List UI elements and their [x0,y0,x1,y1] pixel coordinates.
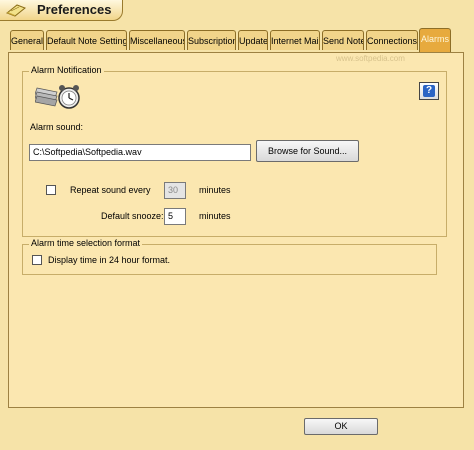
tab-general[interactable]: General [10,30,44,50]
alarm-notification-title: Alarm Notification [29,65,104,75]
help-icon: ? [423,85,435,97]
alarm-sound-label: Alarm sound: [30,122,84,132]
browse-sound-button[interactable]: Browse for Sound... [256,140,359,162]
display-24-hour-label: Display time in 24 hour format. [48,255,171,265]
tab-default-note-settings[interactable]: Default Note Settings [46,30,127,50]
help-button[interactable]: ? [419,82,439,100]
snooze-units-label: minutes [199,211,231,221]
tab-subscription[interactable]: Subscription [187,30,236,50]
tab-update[interactable]: Update [238,30,268,50]
tab-strip: General Default Note Settings Miscellane… [0,28,474,52]
display-24-hour-checkbox[interactable] [32,255,42,265]
tab-alarms[interactable]: Alarms [419,28,451,52]
time-format-group: Alarm time selection format Display time… [22,238,437,275]
title-bar: Preferences [0,0,474,22]
alarm-notification-group: Alarm Notification ? Alarm sound: C:\Sof… [22,65,447,237]
repeat-units-label: minutes [199,185,231,195]
title-tab: Preferences [0,0,123,21]
watermark: www.softpedia.com [336,54,405,63]
default-snooze-label: Default snooze: [101,211,164,221]
alarm-sound-path-input[interactable]: C:\Softpedia\Softpedia.wav [29,144,251,161]
time-format-title: Alarm time selection format [29,238,143,248]
repeat-sound-label: Repeat sound every [70,185,151,195]
repeat-sound-checkbox[interactable] [46,185,56,195]
ok-button[interactable]: OK [304,418,378,435]
alarms-panel: www.softpedia.com Alarm Notification ? A… [8,52,464,408]
default-snooze-input[interactable]: 5 [164,208,186,225]
app-icon [6,4,26,17]
window-title: Preferences [37,2,112,17]
repeat-interval-input[interactable]: 30 [164,182,186,199]
tab-miscellaneous[interactable]: Miscellaneous [129,30,185,50]
tab-send-note[interactable]: Send Note [322,30,364,50]
tab-internet-mail[interactable]: Internet Mail [270,30,320,50]
tab-connections[interactable]: Connections [366,30,418,50]
alarm-clock-icon [35,85,80,109]
